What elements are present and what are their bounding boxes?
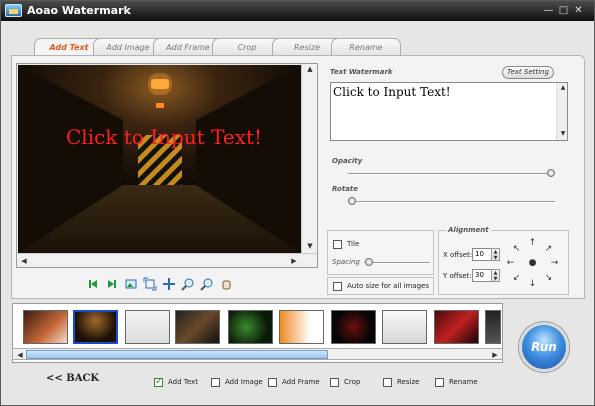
thumbnail[interactable] xyxy=(23,310,68,344)
thumbnail[interactable] xyxy=(434,310,479,344)
thumbnail[interactable] xyxy=(382,310,427,344)
add-text-step-checkbox[interactable] xyxy=(154,376,163,387)
align-top-icon[interactable]: ↑ xyxy=(528,239,537,248)
title-bar[interactable]: Aoao Watermark — □ ✕ xyxy=(1,1,594,21)
thumbnail[interactable] xyxy=(125,310,170,344)
opacity-slider-thumb[interactable] xyxy=(547,169,555,177)
add-text-step-label: Add Text xyxy=(168,378,198,386)
alignment-label: Alignment xyxy=(446,226,491,234)
thumbnail[interactable] xyxy=(228,310,273,344)
preview-horizontal-scrollbar[interactable]: ◀ ▶ xyxy=(17,253,317,267)
spacing-slider[interactable] xyxy=(364,262,430,264)
tile-label: Tile xyxy=(347,240,360,248)
minimize-button[interactable]: — xyxy=(542,5,555,16)
image-icon[interactable] xyxy=(124,277,138,291)
resize-step-label: Resize xyxy=(397,378,420,386)
watermark-text-overlay[interactable]: Click to Input Text! xyxy=(66,125,262,149)
maximize-button[interactable]: □ xyxy=(557,5,570,16)
run-button[interactable]: Run xyxy=(519,322,569,372)
thumbnail-scrollbar-thumb[interactable] xyxy=(26,350,328,359)
zoom-in-icon[interactable] xyxy=(181,277,195,291)
scroll-down-icon[interactable]: ▼ xyxy=(557,130,569,138)
spacing-slider-thumb[interactable] xyxy=(365,258,373,266)
scroll-up-icon[interactable]: ▲ xyxy=(304,65,316,73)
x-offset-label: X offset: xyxy=(443,251,473,259)
preview-image xyxy=(18,65,301,253)
crop-step-checkbox[interactable] xyxy=(330,378,339,387)
thumbnail[interactable] xyxy=(175,310,220,344)
opacity-slider[interactable] xyxy=(348,173,555,175)
add-frame-step-checkbox[interactable] xyxy=(268,378,277,387)
zoom-out-icon[interactable] xyxy=(200,277,214,291)
align-bottom-icon[interactable]: ↓ xyxy=(528,280,537,289)
spacing-label: Spacing xyxy=(332,258,360,266)
crop-step-label: Crop xyxy=(344,378,361,386)
text-watermark-label: Text Watermark xyxy=(330,68,393,76)
thumbnail[interactable] xyxy=(331,310,376,344)
add-frame-step-label: Add Frame xyxy=(282,378,320,386)
text-setting-button[interactable]: Text Setting xyxy=(502,66,554,79)
hand-pan-icon[interactable] xyxy=(219,277,233,291)
window-title: Aoao Watermark xyxy=(27,4,131,17)
scroll-down-icon[interactable]: ▼ xyxy=(304,242,316,250)
watermark-text-value: Click to Input Text! xyxy=(333,85,451,99)
app-logo-icon xyxy=(5,4,22,17)
preview-vertical-scrollbar[interactable]: ▲ ▼ xyxy=(301,64,317,253)
align-top-left-icon[interactable]: ↖ xyxy=(512,245,521,254)
tile-checkbox[interactable] xyxy=(333,240,342,249)
preview-canvas[interactable]: Click to Input Text! xyxy=(18,65,301,253)
thumbnail-selected[interactable] xyxy=(73,310,118,344)
thumbnail[interactable] xyxy=(485,310,501,344)
step-checklist: Add Text Add Image Add Frame Crop Resize… xyxy=(1,376,595,390)
move-icon[interactable] xyxy=(162,277,176,291)
next-image-icon[interactable] xyxy=(105,277,119,291)
align-bottom-right-icon[interactable]: ↘ xyxy=(544,274,553,283)
auto-size-label: Auto size for all images xyxy=(347,282,429,290)
scroll-right-icon[interactable]: ▶ xyxy=(288,257,300,265)
tile-group: Tile Spacing xyxy=(327,230,434,275)
rotate-label: Rotate xyxy=(332,185,359,193)
y-offset-label: Y offset: xyxy=(443,272,472,280)
rename-step-label: Rename xyxy=(449,378,478,386)
resize-step-checkbox[interactable] xyxy=(383,378,392,387)
auto-size-checkbox[interactable] xyxy=(333,282,342,291)
image-preview: Click to Input Text! ▲ ▼ ◀ ▶ xyxy=(16,63,318,268)
scroll-left-icon[interactable]: ◀ xyxy=(14,351,26,359)
align-bottom-left-icon[interactable]: ↙ xyxy=(512,274,521,283)
align-left-icon[interactable]: ← xyxy=(506,259,515,268)
scroll-left-icon[interactable]: ◀ xyxy=(18,257,30,265)
add-image-step-label: Add Image xyxy=(225,378,263,386)
tab-rename[interactable]: Rename xyxy=(331,38,401,56)
watermark-text-input[interactable]: Click to Input Text! ▲ ▼ xyxy=(330,82,568,141)
rotate-slider[interactable] xyxy=(348,201,555,203)
fit-to-window-icon[interactable] xyxy=(143,277,157,291)
close-button[interactable]: ✕ xyxy=(572,5,585,16)
auto-size-group: Auto size for all images xyxy=(327,277,434,295)
thumbnail-scrollbar[interactable]: ◀ ▶ xyxy=(12,348,503,360)
align-right-icon[interactable]: → xyxy=(550,259,559,268)
text-input-scrollbar[interactable]: ▲ ▼ xyxy=(556,83,567,140)
scroll-up-icon[interactable]: ▲ xyxy=(557,84,569,92)
scroll-right-icon[interactable]: ▶ xyxy=(489,351,501,359)
add-image-step-checkbox[interactable] xyxy=(211,378,220,387)
align-center-icon[interactable]: ● xyxy=(528,259,537,268)
opacity-label: Opacity xyxy=(332,157,363,165)
y-offset-stepper[interactable]: ▲ ▼ xyxy=(491,269,500,282)
x-offset-stepper[interactable]: ▲ ▼ xyxy=(491,248,500,261)
rename-step-checkbox[interactable] xyxy=(435,378,444,387)
first-image-icon[interactable] xyxy=(86,277,100,291)
thumbnail[interactable] xyxy=(279,310,324,344)
align-top-right-icon[interactable]: ↗ xyxy=(544,245,553,254)
app-window: Aoao Watermark — □ ✕ Add Text Add Image … xyxy=(0,0,595,406)
alignment-group: Alignment X offset: 10 ▲ ▼ Y offset: 30 ▲… xyxy=(438,226,569,295)
rotate-slider-thumb[interactable] xyxy=(348,197,356,205)
